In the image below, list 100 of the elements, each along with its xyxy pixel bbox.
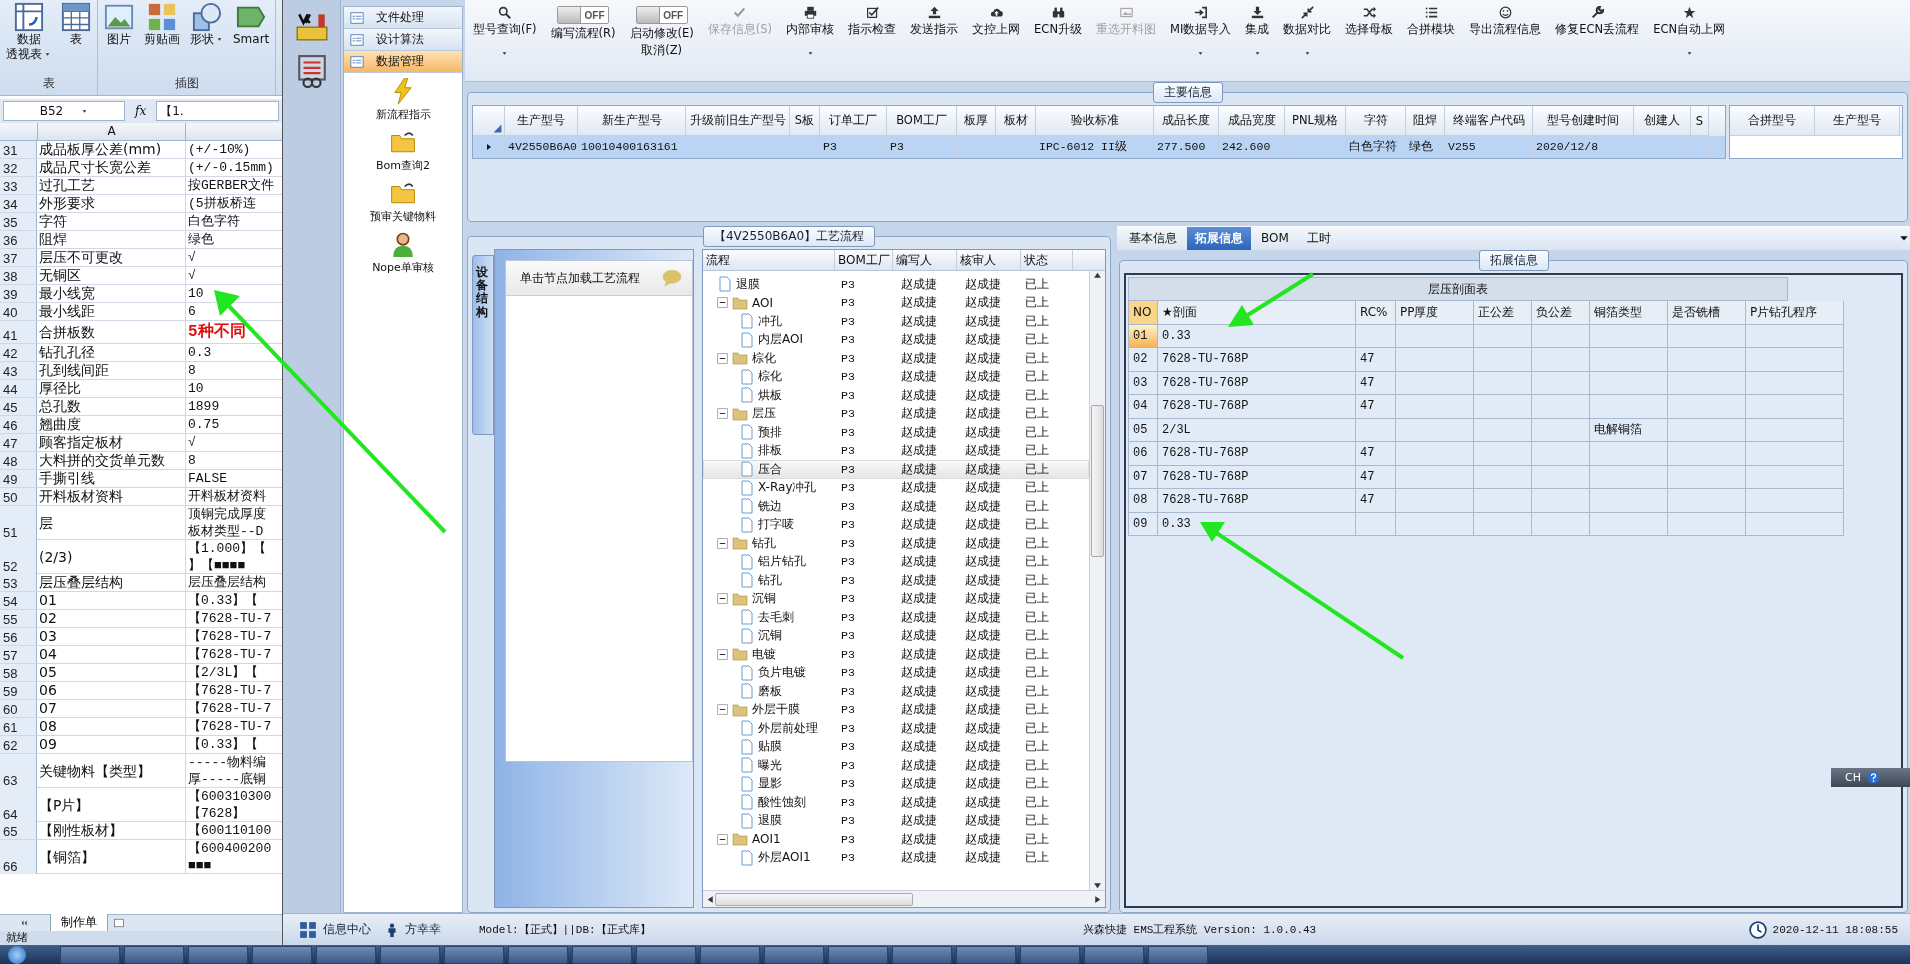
row-number[interactable]: 31 bbox=[0, 141, 37, 158]
row-number[interactable]: 54 bbox=[0, 592, 37, 609]
column-header[interactable]: PP厚度 bbox=[1396, 301, 1474, 325]
row-header[interactable]: 06 bbox=[1128, 442, 1158, 466]
collapse-icon[interactable] bbox=[717, 537, 728, 549]
row-number[interactable]: 34 bbox=[0, 195, 37, 212]
column-header[interactable]: 正公差 bbox=[1474, 301, 1532, 325]
column-header[interactable]: 合拼型号 bbox=[1730, 106, 1815, 136]
up-arrow-icon[interactable] bbox=[1093, 271, 1102, 280]
row-number[interactable]: 42 bbox=[0, 344, 37, 361]
tree-row[interactable]: 排板 P3 赵成捷 赵成捷 已上 bbox=[703, 441, 1089, 460]
taskbar-button[interactable] bbox=[1084, 945, 1144, 964]
tree-row[interactable]: 钻孔 P3 赵成捷 赵成捷 已上 bbox=[703, 571, 1089, 590]
ribbon-button[interactable]: 数据 透视表 bbox=[4, 2, 53, 62]
tree-row[interactable]: 压合 P3 赵成捷 赵成捷 已上 bbox=[703, 460, 1089, 479]
tree-row[interactable]: 磨板 P3 赵成捷 赵成捷 已上 bbox=[703, 682, 1089, 701]
row-number[interactable]: 58 bbox=[0, 664, 37, 681]
column-header[interactable]: 流程 bbox=[703, 250, 835, 270]
column-header[interactable]: 生产型号 bbox=[1815, 106, 1900, 136]
tab[interactable]: 基本信息 bbox=[1121, 226, 1185, 250]
ribbon-button[interactable]: 形状 bbox=[188, 2, 225, 47]
row-number[interactable]: 50 bbox=[0, 488, 37, 505]
name-box[interactable]: B52 bbox=[3, 101, 125, 121]
vertical-scrollbar[interactable] bbox=[1089, 271, 1105, 890]
tree-row[interactable]: 沉铜 P3 赵成捷 赵成捷 已上 bbox=[703, 626, 1089, 645]
row-number[interactable]: 60 bbox=[0, 700, 37, 717]
column-header[interactable]: A bbox=[37, 123, 186, 140]
row-number[interactable]: 43 bbox=[0, 362, 37, 379]
row-number[interactable]: 66 bbox=[0, 840, 37, 874]
column-header[interactable]: NO bbox=[1128, 301, 1158, 325]
toolbar-button[interactable]: 数据对比 bbox=[1283, 6, 1332, 60]
toolbar-button[interactable]: 文控上网 bbox=[972, 6, 1021, 60]
left-arrow-icon[interactable] bbox=[706, 894, 715, 904]
taskbar-button[interactable] bbox=[1148, 945, 1208, 964]
taskbar-button[interactable] bbox=[636, 945, 696, 964]
tree-row[interactable]: 层压 P3 赵成捷 赵成捷 已上 bbox=[703, 404, 1089, 423]
language-bar[interactable]: CH bbox=[1831, 768, 1910, 787]
taskbar-button[interactable] bbox=[700, 945, 760, 964]
row-header[interactable]: 09 bbox=[1128, 512, 1158, 536]
collapse-icon[interactable] bbox=[717, 593, 728, 605]
column-header[interactable]: 铜箔类型 bbox=[1590, 301, 1668, 325]
row-number[interactable]: 37 bbox=[0, 249, 37, 266]
toolbar-button[interactable]: 内部审核 bbox=[786, 6, 835, 60]
down-arrow-icon[interactable] bbox=[1093, 881, 1102, 890]
scrollbar-thumb[interactable] bbox=[1091, 404, 1104, 557]
new-sheet-icon[interactable] bbox=[112, 917, 126, 929]
column-header[interactable]: 核审人 bbox=[957, 250, 1021, 270]
nav-item[interactable]: 预审关键物料 bbox=[344, 175, 462, 226]
row-header[interactable]: 04 bbox=[1128, 395, 1158, 419]
taskbar-button[interactable] bbox=[444, 945, 504, 964]
row-header[interactable]: 01 bbox=[1128, 324, 1158, 348]
toolbar-button[interactable]: 合拼模块 bbox=[1407, 6, 1456, 60]
tree-row[interactable]: 退膜 P3 赵成捷 赵成捷 已上 bbox=[703, 811, 1089, 830]
taskbar-button[interactable] bbox=[892, 945, 952, 964]
column-header[interactable]: ★剖面 bbox=[1158, 301, 1356, 325]
tree-row[interactable]: 沉铜 P3 赵成捷 赵成捷 已上 bbox=[703, 589, 1089, 608]
toolbar-button[interactable]: 导出流程信息 bbox=[1469, 6, 1542, 60]
row-header[interactable]: 03 bbox=[1128, 371, 1158, 395]
ribbon-button[interactable]: Smart bbox=[231, 2, 272, 47]
tree-row[interactable]: 冲孔 P3 赵成捷 赵成捷 已上 bbox=[703, 312, 1089, 331]
tree-row[interactable]: 烘板 P3 赵成捷 赵成捷 已上 bbox=[703, 386, 1089, 405]
row-number[interactable]: 64 bbox=[0, 788, 37, 822]
tree-row[interactable]: 显影 P3 赵成捷 赵成捷 已上 bbox=[703, 774, 1089, 793]
toolbar-button[interactable]: ECN升级 bbox=[1034, 6, 1082, 60]
row-number[interactable]: 51 bbox=[0, 506, 37, 540]
scrollbar-thumb[interactable] bbox=[715, 892, 913, 906]
tree-row[interactable]: 退膜 P3 赵成捷 赵成捷 已上 bbox=[703, 275, 1089, 294]
column-header[interactable]: 编写人 bbox=[893, 250, 957, 270]
toolbar-button[interactable]: ECN自动上网 bbox=[1653, 6, 1726, 60]
row-number[interactable]: 44 bbox=[0, 380, 37, 397]
tree-row[interactable]: 铝片钻孔 P3 赵成捷 赵成捷 已上 bbox=[703, 552, 1089, 571]
taskbar-button[interactable] bbox=[188, 945, 248, 964]
row-number[interactable]: 40 bbox=[0, 303, 37, 320]
nav-section[interactable]: 数据管理 bbox=[344, 51, 462, 73]
tree-row[interactable]: 负片电镀 P3 赵成捷 赵成捷 已上 bbox=[703, 663, 1089, 682]
collapse-icon[interactable] bbox=[717, 704, 728, 716]
nav-section[interactable]: 设计算法 bbox=[344, 29, 462, 51]
user-button[interactable]: 方幸幸 bbox=[381, 919, 445, 940]
taskbar-button[interactable] bbox=[316, 945, 376, 964]
row-header[interactable]: 08 bbox=[1128, 489, 1158, 513]
ribbon-button[interactable]: 表 bbox=[59, 2, 93, 47]
row-number[interactable]: 48 bbox=[0, 452, 37, 469]
ribbon-button[interactable]: 图片 bbox=[102, 2, 136, 47]
row-number[interactable]: 55 bbox=[0, 610, 37, 627]
row-header[interactable]: 05 bbox=[1128, 418, 1158, 442]
function-label[interactable]: fx bbox=[129, 104, 153, 118]
row-number[interactable]: 35 bbox=[0, 213, 37, 230]
row-number[interactable]: 45 bbox=[0, 398, 37, 415]
taskbar-button[interactable] bbox=[1020, 945, 1080, 964]
sheet-tab[interactable]: 制作单 bbox=[50, 914, 108, 932]
collapse-icon[interactable] bbox=[717, 833, 728, 845]
row-number[interactable]: 46 bbox=[0, 416, 37, 433]
tree-row[interactable]: 预排 P3 赵成捷 赵成捷 已上 bbox=[703, 423, 1089, 442]
row-number[interactable]: 32 bbox=[0, 159, 37, 176]
row-number[interactable]: 38 bbox=[0, 267, 37, 284]
row-number[interactable]: 53 bbox=[0, 574, 37, 591]
toolbar-button[interactable]: 指示检查 bbox=[848, 6, 897, 60]
horizontal-scrollbar[interactable] bbox=[703, 890, 1105, 907]
table-row[interactable]: 4V2550B6A0 10010400163161 P3 P3 IPC-6012 II级 277.500 242.600 白色字符 绿色 V255 2020/12/8 bbox=[473, 136, 1725, 158]
tree-row[interactable]: 外层前处理 P3 赵成捷 赵成捷 已上 bbox=[703, 719, 1089, 738]
